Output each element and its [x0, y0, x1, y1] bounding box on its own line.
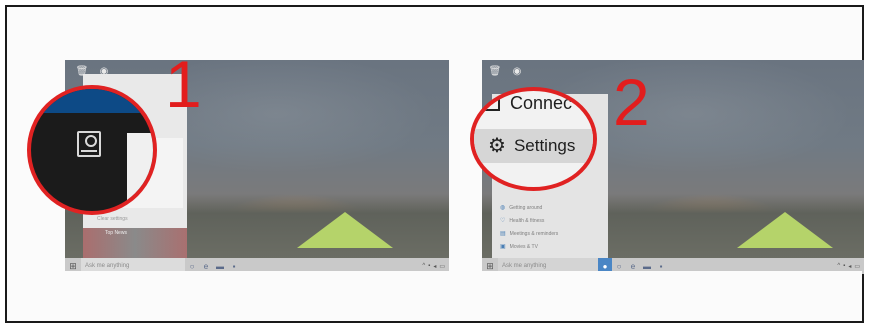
- list-item[interactable]: ◍ Getting around: [500, 202, 558, 215]
- connect-menu-item[interactable]: Connec: [482, 93, 572, 114]
- list-item[interactable]: ▣ Movies & TV: [500, 241, 558, 254]
- zoom-callout-2: Connec ⚙ Settings: [470, 87, 597, 191]
- news-tile[interactable]: [83, 228, 187, 258]
- list-item[interactable]: ♡ Health & fitness: [500, 215, 558, 228]
- volume-icon[interactable]: ◂: [848, 263, 851, 270]
- connect-label: Connec: [510, 93, 573, 113]
- list-item[interactable]: ▤ Meetings & reminders: [500, 228, 558, 241]
- connect-icon: [482, 96, 500, 111]
- volume-icon[interactable]: ◂: [433, 263, 436, 270]
- clear-settings-link[interactable]: Clear settings: [97, 216, 128, 222]
- document-icon[interactable]: [77, 131, 101, 157]
- chevron-up-icon[interactable]: ^: [422, 263, 425, 270]
- tent-image: [297, 212, 393, 248]
- heart-icon: ♡: [500, 218, 506, 224]
- film-icon: ▣: [500, 244, 506, 250]
- calendar-icon: ▤: [500, 231, 506, 237]
- step-number-1: 1: [165, 47, 202, 121]
- tile-label: Top News: [105, 230, 127, 236]
- skype-icon[interactable]: ◉: [510, 64, 524, 78]
- network-icon[interactable]: ▪: [843, 263, 845, 270]
- notification-icon[interactable]: ▭: [854, 263, 860, 270]
- system-tray: ^ ▪ ◂ ▭: [422, 263, 449, 270]
- settings-label: Settings: [513, 136, 576, 155]
- image-frame: 🗑 ◉ Clear settings OK Top News ⊞ Ask me …: [5, 5, 864, 323]
- gear-icon: ⚙: [488, 135, 506, 157]
- menu-list: ◍ Getting around ♡ Health & fitness ▤ Meeti…: [500, 202, 558, 254]
- system-tray: ^ ▪ ◂ ▭: [837, 263, 864, 270]
- notification-icon[interactable]: ▭: [439, 263, 445, 270]
- tent-image: [737, 212, 833, 248]
- chevron-up-icon[interactable]: ^: [837, 263, 840, 270]
- compass-icon: ◍: [500, 205, 506, 211]
- zoom-callout-1: [27, 85, 157, 215]
- network-icon[interactable]: ▪: [428, 263, 430, 270]
- recycle-bin-icon[interactable]: 🗑: [488, 64, 502, 78]
- settings-menu-item[interactable]: ⚙ Settings: [474, 129, 593, 163]
- step-number-2: 2: [613, 65, 650, 139]
